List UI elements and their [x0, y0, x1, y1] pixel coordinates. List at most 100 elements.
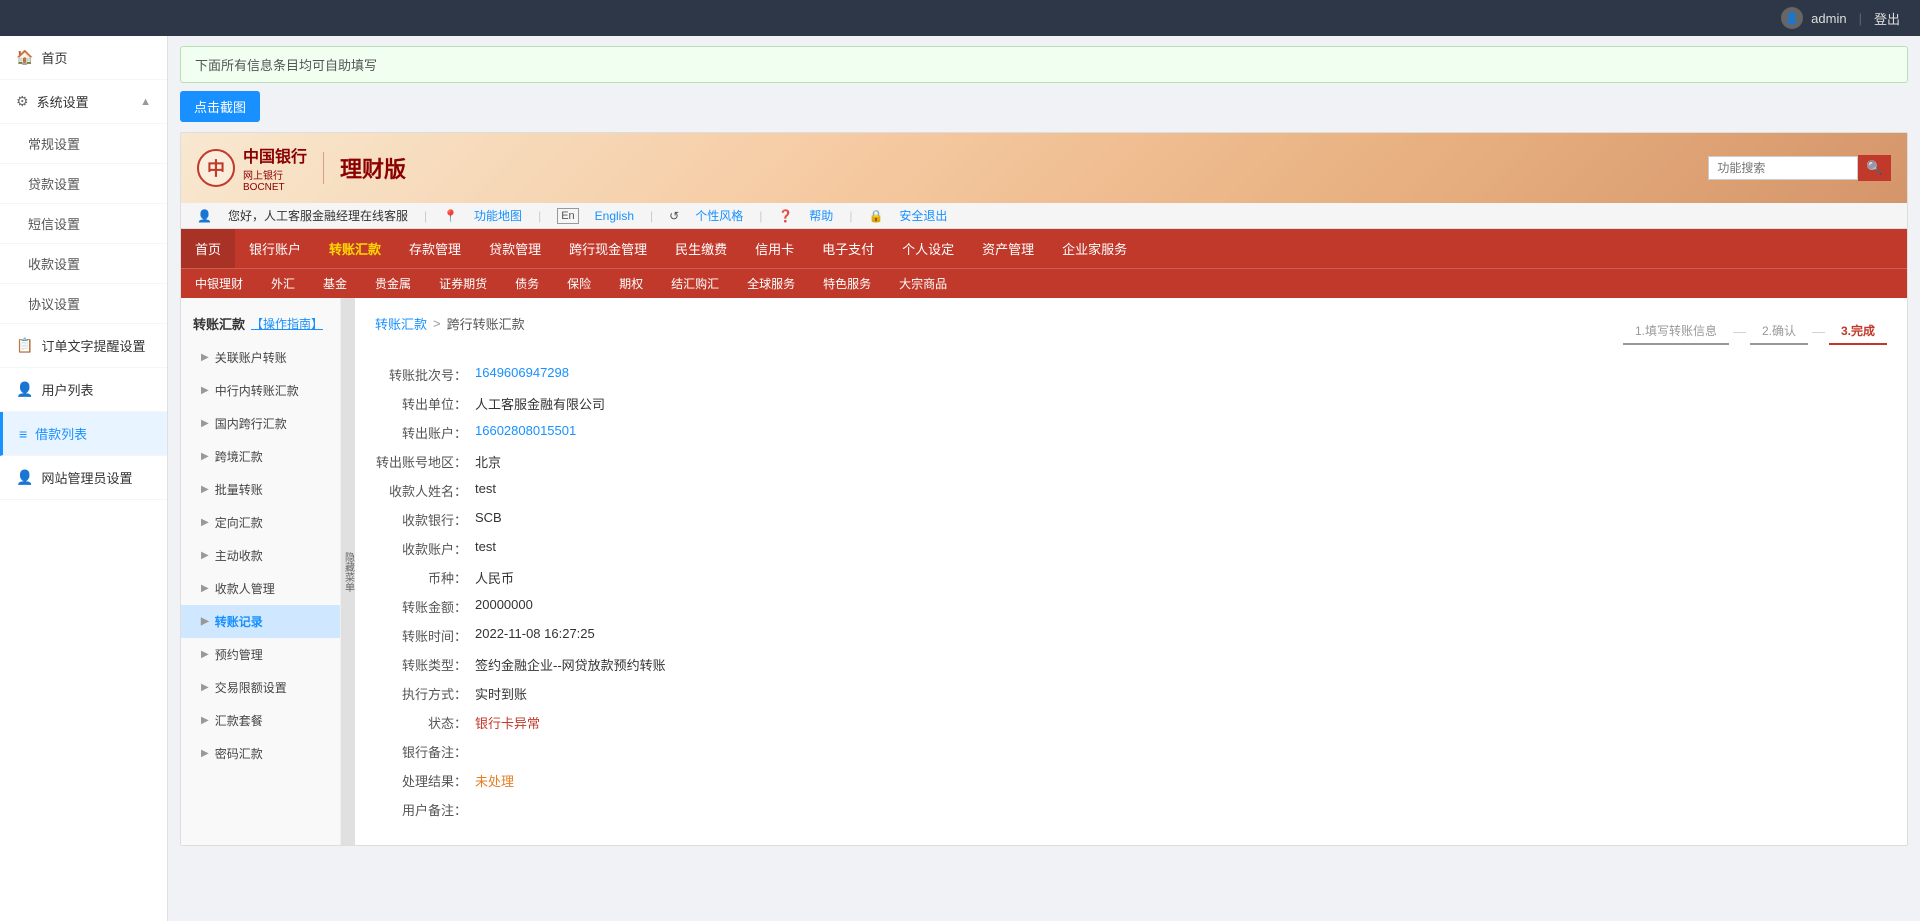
- sidebar-item-protocol[interactable]: 协议设置: [0, 284, 167, 324]
- bank-detail-panel: 转账汇款 > 跨行转账汇款 1.填写转账信息 — 2.确认: [355, 298, 1907, 845]
- top-header: 👤 admin | 登出: [0, 0, 1920, 36]
- label-exec-method: 执行方式：: [375, 684, 475, 703]
- step-2: 2.确认: [1750, 318, 1808, 345]
- value-out-account: 16602808015501: [475, 423, 576, 438]
- menu-item-active-collection[interactable]: ▶ 主动收款: [181, 539, 340, 572]
- menu-item-linked-account[interactable]: ▶ 关联账户转账: [181, 341, 340, 374]
- gear-icon: ⚙: [16, 93, 29, 110]
- menu-item-payee-management[interactable]: ▶ 收款人管理: [181, 572, 340, 605]
- nav-cross-cash[interactable]: 跨行现金管理: [555, 229, 661, 268]
- nav-sub-exchange[interactable]: 结汇购汇: [657, 269, 733, 298]
- clipboard-icon: 📋: [16, 337, 33, 354]
- menu-item-directed-remit[interactable]: ▶ 定向汇款: [181, 506, 340, 539]
- sidebar-label-home: 首页: [41, 48, 67, 67]
- nav-e-payment[interactable]: 电子支付: [808, 229, 888, 268]
- sidebar-item-users[interactable]: 👤 用户列表: [0, 368, 167, 412]
- value-payee-name: test: [475, 481, 496, 496]
- help-link[interactable]: 帮助: [809, 207, 833, 224]
- sidebar-label-users: 用户列表: [41, 380, 93, 399]
- sidebar-item-loan-settings[interactable]: 贷款设置: [0, 164, 167, 204]
- nav-loan[interactable]: 贷款管理: [475, 229, 555, 268]
- bank-name-en1: 网上银行 BOCNET: [243, 167, 307, 193]
- bank-logo-circle: 中: [197, 149, 235, 187]
- screenshot-button[interactable]: 点击截图: [180, 91, 260, 122]
- side-menu-toggle[interactable]: 隐藏菜单: [341, 298, 355, 845]
- header-divider: |: [1859, 11, 1862, 26]
- menu-arrow-icon-4: ▶: [201, 451, 209, 462]
- func-map-link[interactable]: 功能地图: [474, 207, 522, 224]
- nav-sub-futures[interactable]: 证券期货: [425, 269, 501, 298]
- sidebar-item-general[interactable]: 常规设置: [0, 124, 167, 164]
- menu-item-pw-remit[interactable]: ▶ 密码汇款: [181, 737, 340, 770]
- logout-link[interactable]: 登出: [1874, 9, 1900, 28]
- nav-deposit[interactable]: 存款管理: [395, 229, 475, 268]
- sidebar-label-sys: 系统设置: [37, 92, 89, 111]
- menu-item-limit-settings[interactable]: ▶ 交易限额设置: [181, 671, 340, 704]
- nav-sub-debt[interactable]: 债务: [501, 269, 553, 298]
- sidebar-label-site-admin: 网站管理员设置: [41, 468, 132, 487]
- nav-enterprise[interactable]: 企业家服务: [1048, 229, 1141, 268]
- detail-row-bank-remark: 银行备注：: [375, 742, 1887, 761]
- nav-home[interactable]: 首页: [181, 229, 235, 268]
- menu-item-cross-border[interactable]: ▶ 跨境汇款: [181, 440, 340, 473]
- menu-arrow-icon: ▶: [201, 352, 209, 363]
- menu-item-remit-package[interactable]: ▶ 汇款套餐: [181, 704, 340, 737]
- step-1: 1.填写转账信息: [1623, 318, 1729, 345]
- nav-personal-setting[interactable]: 个人设定: [888, 229, 968, 268]
- menu-item-boc-transfer[interactable]: ▶ 中行内转账汇款: [181, 374, 340, 407]
- nav-bank-account[interactable]: 银行账户: [235, 229, 315, 268]
- lock-icon: 🔒: [868, 209, 883, 223]
- bank-nav-sub: 中银理财 外汇 基金 贵金属 证券期货 债务 保险 期权 结汇购汇 全球服务 特…: [181, 268, 1907, 298]
- profile-link[interactable]: 个性风格: [695, 207, 743, 224]
- bank-left-menu: 转账汇款 【操作指南】 ▶ 关联账户转账 ▶ 中行内转账汇款 ▶ 国内跨行汇款: [181, 298, 341, 845]
- nav-transfer[interactable]: 转账汇款: [315, 229, 395, 268]
- sidebar-label-loan-set: 贷款设置: [28, 174, 80, 193]
- bank-search-input[interactable]: [1708, 156, 1858, 180]
- nav-sub-options[interactable]: 期权: [605, 269, 657, 298]
- nav-asset[interactable]: 资产管理: [968, 229, 1048, 268]
- sidebar-item-home[interactable]: 🏠 首页: [0, 36, 167, 80]
- bank-nav-main: 首页 银行账户 转账汇款 存款管理 贷款管理 跨行现金管理 民生缴费 信用卡 电…: [181, 229, 1907, 268]
- sidebar-item-collection[interactable]: 收款设置: [0, 244, 167, 284]
- detail-row-status: 状态： 银行卡异常: [375, 713, 1887, 732]
- nav-sub-commodity[interactable]: 大宗商品: [885, 269, 961, 298]
- sidebar-item-order-text[interactable]: 📋 订单文字提醒设置: [0, 324, 167, 368]
- nav-sub-gold[interactable]: 贵金属: [361, 269, 425, 298]
- menu-item-appointment[interactable]: ▶ 预约管理: [181, 638, 340, 671]
- menu-item-transfer-records[interactable]: ▶ 转账记录: [181, 605, 340, 638]
- value-currency: 人民币: [475, 568, 514, 587]
- nav-sub-insurance[interactable]: 保险: [553, 269, 605, 298]
- nav-sub-global[interactable]: 全球服务: [733, 269, 809, 298]
- nav-sub-forex[interactable]: 外汇: [257, 269, 309, 298]
- label-process-result: 处理结果：: [375, 771, 475, 790]
- label-status: 状态：: [375, 713, 475, 732]
- label-payee-name: 收款人姓名：: [375, 481, 475, 500]
- sidebar-item-sys-settings[interactable]: ⚙ 系统设置 ▲: [0, 80, 167, 124]
- bank-name-cn: 中国银行: [243, 143, 307, 167]
- operation-guide-link[interactable]: 【操作指南】: [251, 315, 323, 332]
- sidebar-item-site-admin[interactable]: 👤 网站管理员设置: [0, 456, 167, 500]
- menu-item-domestic-cross[interactable]: ▶ 国内跨行汇款: [181, 407, 340, 440]
- detail-row-time: 转账时间： 2022-11-08 16:27:25: [375, 626, 1887, 645]
- nav-sub-fund[interactable]: 基金: [309, 269, 361, 298]
- steps-indicator: 1.填写转账信息 — 2.确认 — 3.完成: [1623, 318, 1887, 345]
- menu-item-batch-transfer[interactable]: ▶ 批量转账: [181, 473, 340, 506]
- safe-logout-link[interactable]: 安全退出: [899, 207, 947, 224]
- nav-livelihood[interactable]: 民生缴费: [661, 229, 741, 268]
- label-currency: 币种：: [375, 568, 475, 587]
- detail-row-process-result: 处理结果： 未处理: [375, 771, 1887, 790]
- label-time: 转账时间：: [375, 626, 475, 645]
- breadcrumb-parent-link[interactable]: 转账汇款: [375, 314, 427, 333]
- site-admin-icon: 👤: [16, 469, 33, 486]
- nav-credit-card[interactable]: 信用卡: [741, 229, 808, 268]
- value-region: 北京: [475, 452, 501, 471]
- bank-search-button[interactable]: 🔍: [1858, 155, 1891, 181]
- nav-sub-boc[interactable]: 中银理财: [181, 269, 257, 298]
- sidebar-item-loans[interactable]: ≡ 借款列表: [0, 412, 167, 456]
- nav-sub-special[interactable]: 特色服务: [809, 269, 885, 298]
- breadcrumb-current: 跨行转账汇款: [447, 314, 525, 333]
- sidebar-item-sms[interactable]: 短信设置: [0, 204, 167, 244]
- detail-row-batch-no: 转账批次号： 1649606947298: [375, 365, 1887, 384]
- bank-logo-char: 中: [207, 155, 225, 181]
- english-link[interactable]: English: [595, 209, 634, 223]
